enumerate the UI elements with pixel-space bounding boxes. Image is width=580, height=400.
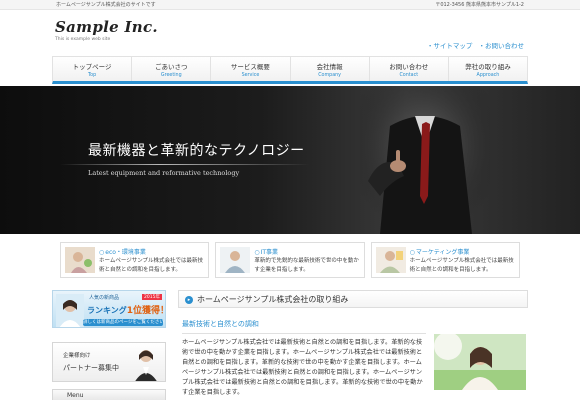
nav-item-top[interactable]: トップページ Top xyxy=(53,57,131,81)
nav-sublabel: Approach xyxy=(476,73,500,78)
feature-title: ○eco・環境事業 xyxy=(99,249,146,256)
banner-caption: 人気の新商品 xyxy=(89,295,120,301)
nav-label: お問い合わせ xyxy=(389,63,429,71)
eco-photo-icon xyxy=(65,247,95,273)
logo-name: Sample Inc. xyxy=(55,18,158,36)
arrow-icon: ○ xyxy=(409,249,415,256)
arrow-icon: ○ xyxy=(99,249,105,256)
site-tagline: ホームページサンプル株式会社のサイトです xyxy=(56,2,156,8)
feature-description: ホームページサンプル株式会社では最新技術と自然との調和を目指します。 xyxy=(99,258,204,273)
nav-label: 会社情報 xyxy=(316,63,343,71)
top-bar: ホームページサンプル株式会社のサイトです 〒012-3456 熊本県熊本市サンプ… xyxy=(0,0,580,10)
nav-item-approach[interactable]: 弊社の取り組み Approach xyxy=(447,57,527,81)
section-subheading: 最新技術と自然との調和 xyxy=(182,320,259,328)
feature-card-marketing[interactable]: ○マーケティング事業 ホームページサンプル株式会社では最新技術と自然との調和を目… xyxy=(370,242,520,278)
arrow-icon: ○ xyxy=(254,249,260,256)
feature-cards: ○eco・環境事業 ホームページサンプル株式会社では最新技術と自然との調和を目指… xyxy=(60,242,520,278)
feature-title: ○マーケティング事業 xyxy=(409,249,470,256)
hero-headline: 最新機器と革新的なテクノロジー xyxy=(88,143,305,159)
nav-item-company[interactable]: 会社情報 Company xyxy=(289,57,369,81)
feature-description: 革新的で先鋭的な最新技術で世の中を動かす企業を目指します。 xyxy=(254,258,359,273)
nav-item-service[interactable]: サービス概要 Service xyxy=(210,57,289,81)
nav-item-greeting[interactable]: ごあいさつ Greeting xyxy=(131,57,210,81)
main-content: ▸ ホームページサンプル株式会社の取り組み 最新技術と自然との調和 ホームページサ… xyxy=(178,290,528,398)
divider xyxy=(182,333,426,334)
nav-sublabel: Top xyxy=(88,73,97,78)
logo-subtitle: This is example web site xyxy=(55,37,111,42)
banner-title: パートナー募集中 xyxy=(63,364,119,372)
sidebar: 人気の新商品 2015年 ランキング1位獲得！ 詳しくは新商品のページをご覧くだ… xyxy=(52,290,166,400)
banner-title: ランキング1位獲得！ xyxy=(87,306,166,316)
businessman-image xyxy=(360,86,490,234)
marketing-photo-icon xyxy=(375,247,406,273)
utility-links: ・サイトマップ ・お問い合わせ xyxy=(423,40,524,50)
nav-sublabel: Contact xyxy=(399,73,419,78)
global-nav: トップページ Top ごあいさつ Greeting サービス概要 Service… xyxy=(52,56,528,84)
company-address: 〒012-3456 熊本県熊本市サンプル1-2 xyxy=(435,2,524,8)
nav-sublabel: Company xyxy=(318,73,342,78)
nav-label: サービス概要 xyxy=(230,63,270,71)
contact-link[interactable]: ・お問い合わせ xyxy=(479,42,525,50)
nav-label: ごあいさつ xyxy=(155,63,188,71)
feature-card-it[interactable]: ○IT事業 革新的で先鋭的な最新技術で世の中を動かす企業を目指します。 xyxy=(215,242,365,278)
arrow-icon: ▸ xyxy=(185,296,193,304)
nav-item-contact[interactable]: お問い合わせ Contact xyxy=(368,57,448,81)
partner-banner[interactable]: 企業様向け パートナー募集中 xyxy=(52,342,166,382)
ranking-banner[interactable]: 人気の新商品 2015年 ランキング1位獲得！ 詳しくは新商品のページをご覧くだ… xyxy=(52,290,166,328)
year-badge: 2015年 xyxy=(142,294,162,300)
site-logo[interactable]: Sample Inc. This is example web site xyxy=(55,18,158,42)
feature-card-eco[interactable]: ○eco・環境事業 ホームページサンプル株式会社では最新技術と自然との調和を目指… xyxy=(60,242,210,278)
woman-photo xyxy=(56,294,84,327)
nav-sublabel: Greeting xyxy=(160,73,182,78)
section-heading: ▸ ホームページサンプル株式会社の取り組み xyxy=(178,290,528,308)
feature-title: ○IT事業 xyxy=(254,249,279,256)
nav-sublabel: Service xyxy=(241,73,260,78)
it-photo-icon xyxy=(220,247,251,273)
banner-caption: 企業様向け xyxy=(63,353,91,359)
nav-label: 弊社の取り組み xyxy=(465,63,511,71)
section-body: ホームページサンプル株式会社では最新技術と自然との調和を目指します。革新的な技術… xyxy=(182,339,423,397)
hero-divider xyxy=(60,164,310,165)
woman-nature-photo xyxy=(434,334,526,390)
sitemap-link[interactable]: ・サイトマップ xyxy=(427,42,473,50)
feature-description: ホームページサンプル株式会社では最新技術と自然との調和を目指します。 xyxy=(409,258,514,273)
hero-subheadline: Latest equipment and reformative technol… xyxy=(88,169,240,177)
businesswoman-photo xyxy=(135,350,157,381)
side-menu-header[interactable]: Menu xyxy=(52,389,166,400)
banner-link[interactable]: 詳しくは新商品のページをご覧ください xyxy=(83,319,164,326)
hero-banner: 最新機器と革新的なテクノロジー Latest equipment and ref… xyxy=(0,86,580,234)
nav-label: トップページ xyxy=(72,63,112,71)
